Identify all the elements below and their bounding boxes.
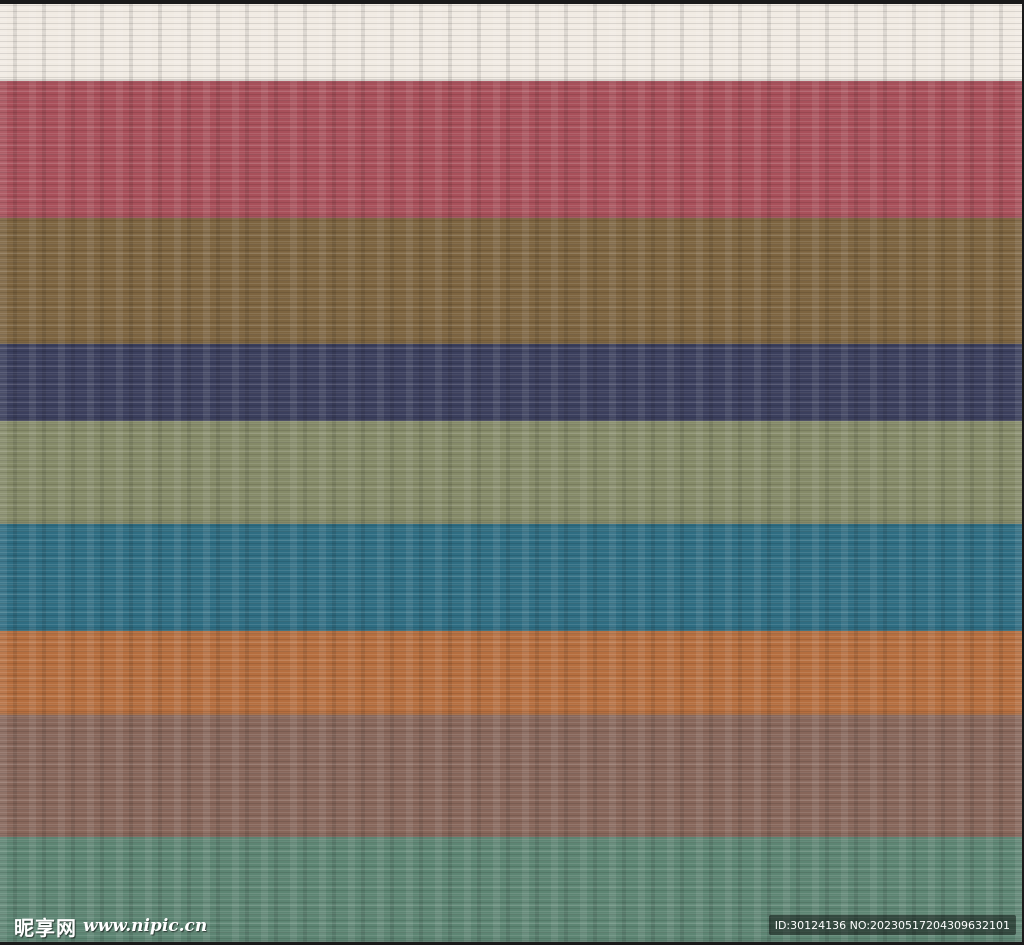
stripe-stack (0, 4, 1022, 942)
stripe-teal-blue (0, 524, 1022, 631)
watermark-site-url: www.nipic.cn (83, 916, 208, 936)
stripe-navy (0, 344, 1022, 421)
stripe-sage-green (0, 421, 1022, 524)
watermark-id-bar: ID:30124136 NO:20230517204309632101 (768, 915, 1016, 935)
watermark-site-name: 昵享网 (14, 915, 77, 940)
watermark-id-text: ID:30124136 NO:20230517204309632101 (774, 918, 1010, 932)
watermark-logo: 昵享网 www.nipic.cn (14, 913, 208, 940)
stripe-brick-red (0, 81, 1022, 218)
stripe-cream (0, 4, 1022, 81)
striped-fabric-image: 昵享网 www.nipic.cn ID:30124136 NO:20230517… (0, 0, 1024, 945)
stripe-olive-brown (0, 218, 1022, 344)
stripe-mocha (0, 715, 1022, 837)
stripe-burnt-orange (0, 631, 1022, 715)
